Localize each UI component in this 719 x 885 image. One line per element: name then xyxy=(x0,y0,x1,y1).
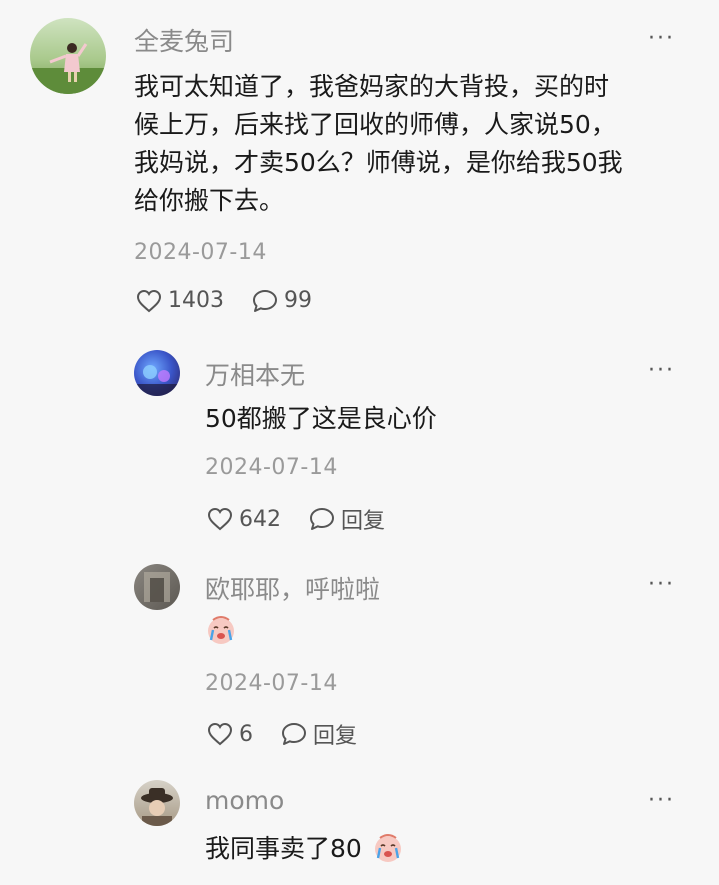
reply-count-button[interactable]: 99 xyxy=(252,288,312,313)
like-button[interactable]: 1403 xyxy=(136,288,224,313)
comment-date: 2024-07-14 xyxy=(205,671,338,696)
reply-label: 回复 xyxy=(341,509,386,534)
more-options-icon[interactable]: ··· xyxy=(648,358,675,383)
like-count: 1403 xyxy=(168,288,224,313)
comment-bubble-icon xyxy=(310,508,334,530)
crying-face-emoji xyxy=(205,614,237,646)
grey-photo-icon xyxy=(144,572,170,602)
more-options-icon[interactable]: ··· xyxy=(648,26,675,51)
blue-concert-icon xyxy=(134,365,180,396)
user-avatar[interactable] xyxy=(134,780,180,826)
comment-line: 候上万，后来找了回收的师傅，人家说50， xyxy=(134,110,616,139)
comment-actions: 6 回复 xyxy=(207,718,385,750)
comment-line: 给你搬下去。 xyxy=(134,186,285,215)
reply-label: 回复 xyxy=(313,724,358,749)
heart-icon xyxy=(207,722,233,746)
more-options-icon[interactable]: ··· xyxy=(648,788,675,813)
user-avatar[interactable] xyxy=(134,350,180,396)
comment-date: 2024-07-14 xyxy=(205,455,338,480)
username[interactable]: 全麦兔司 xyxy=(134,22,234,58)
comment-text-content: 我同事卖了80 xyxy=(205,834,362,863)
more-options-icon[interactable]: ··· xyxy=(648,572,675,597)
comment-line: 我妈说，才卖50么？师傅说，是你给我50我 xyxy=(134,148,623,177)
comment-text: 我可太知道了，我爸妈家的大背投，买的时 候上万，后来找了回收的师傅，人家说50，… xyxy=(134,68,694,220)
comment-actions: 642 回复 xyxy=(207,503,413,535)
comment-actions: 1403 99 xyxy=(136,288,340,313)
hat-person-icon xyxy=(141,788,173,826)
comment-bubble-icon xyxy=(253,289,277,312)
user-avatar[interactable] xyxy=(30,18,106,94)
like-button[interactable]: 642 xyxy=(207,507,281,532)
reply-button[interactable]: 回复 xyxy=(309,503,385,535)
crying-face-emoji xyxy=(372,831,404,869)
user-avatar[interactable] xyxy=(134,564,180,610)
reply-button[interactable]: 回复 xyxy=(281,718,357,750)
username[interactable]: 欧耶耶，呼啦啦 xyxy=(205,570,380,606)
comment-line: 我可太知道了，我爸妈家的大背投，买的时 xyxy=(134,72,610,101)
heart-icon xyxy=(207,507,233,531)
comment-bubble-icon xyxy=(282,723,306,745)
username[interactable]: 万相本无 xyxy=(205,356,305,392)
like-count: 6 xyxy=(239,721,253,747)
comment-text: 我同事卖了80 xyxy=(205,830,404,869)
like-count: 642 xyxy=(239,506,281,532)
heart-icon xyxy=(136,289,162,312)
comment-date: 2024-07-14 xyxy=(134,240,267,265)
girl-in-field-icon xyxy=(30,43,106,94)
username[interactable]: momo xyxy=(205,786,284,815)
like-button[interactable]: 6 xyxy=(207,722,253,747)
comment-text: 50都搬了这是良心价 xyxy=(205,404,437,433)
reply-count: 99 xyxy=(284,288,312,313)
